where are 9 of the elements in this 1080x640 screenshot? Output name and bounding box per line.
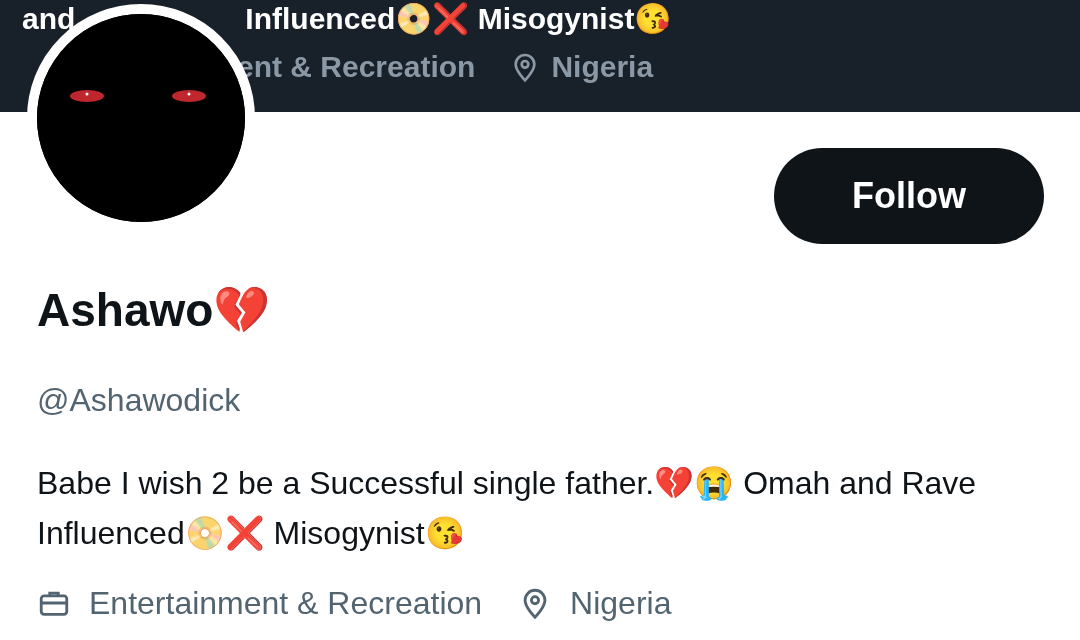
category-text: Entertainment & Recreation xyxy=(89,584,483,622)
banner-bio-text: Influenced📀❌ Misogynist😘 xyxy=(245,2,672,36)
bio-text: Babe I wish 2 be a Successful single father.💔😭 Omah and Rave Influenced📀❌ Misogynist😘 xyxy=(37,464,978,553)
follow-button[interactable]: Follow xyxy=(774,148,1044,244)
display-name: Ashawo💔 xyxy=(37,283,272,338)
handle-text: @Ashawodick xyxy=(37,381,242,420)
banner-bio-text: and xyxy=(22,2,76,36)
location-text: Nigeria xyxy=(551,50,654,84)
location-text: Nigeria xyxy=(570,584,672,622)
